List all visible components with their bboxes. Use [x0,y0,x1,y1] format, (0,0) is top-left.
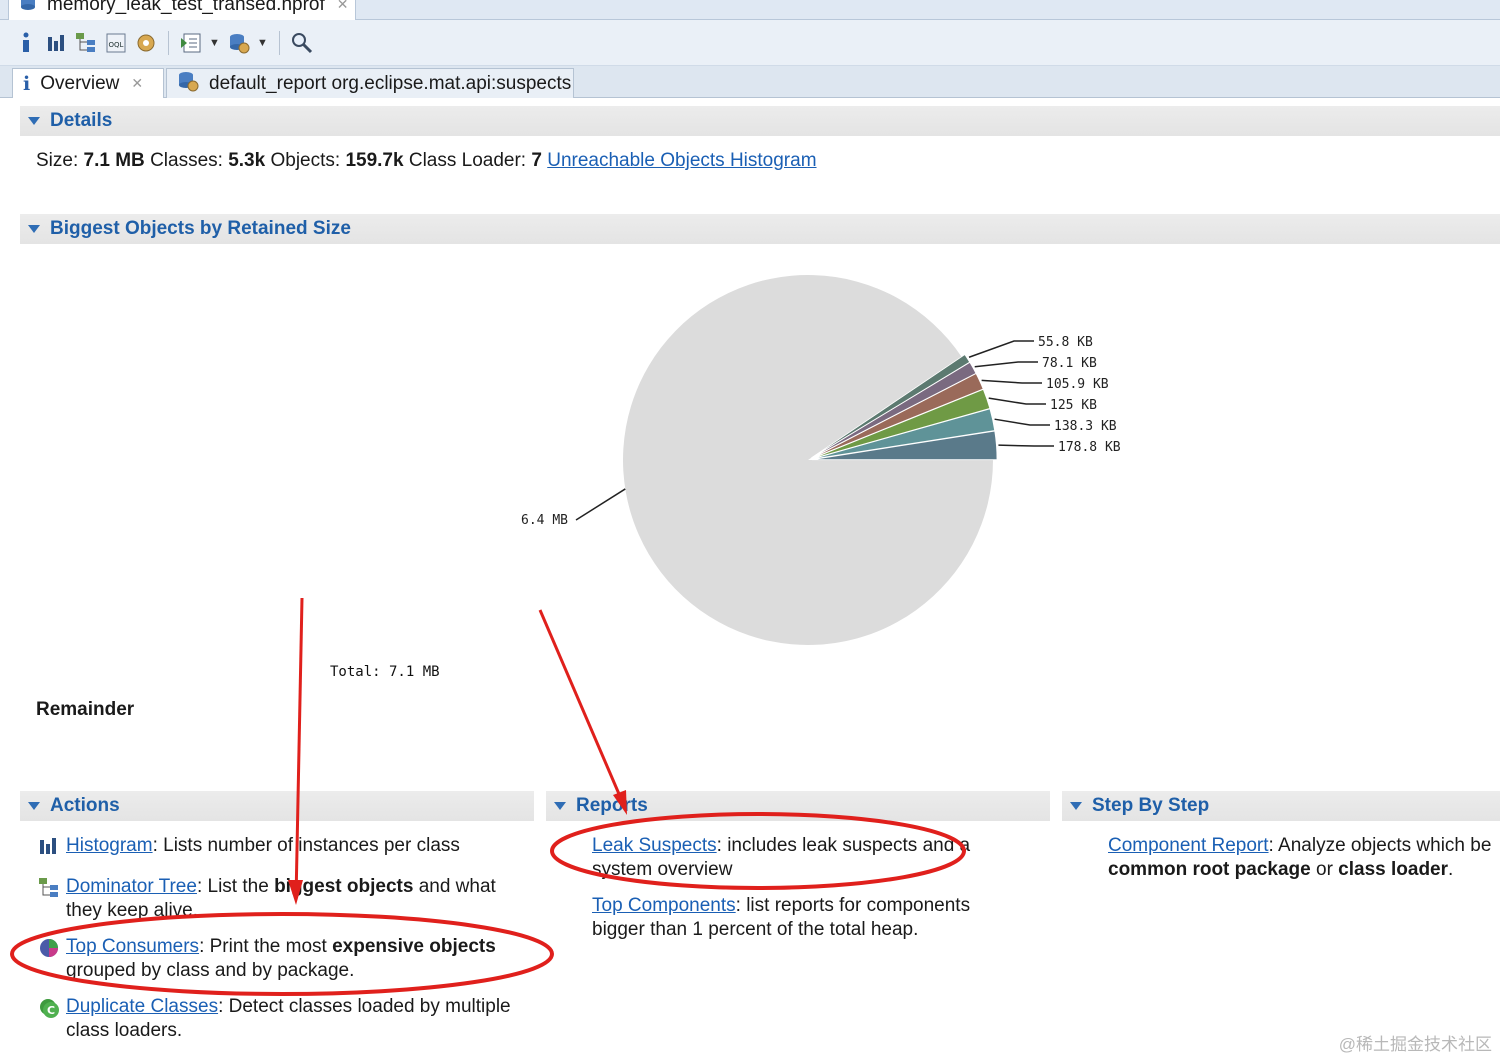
collapse-triangle-icon[interactable] [28,117,40,125]
svg-text:C: C [47,1004,55,1017]
actions-title: Actions [50,795,120,816]
report-icon [177,70,199,98]
search-icon[interactable] [290,30,314,56]
top-components-link[interactable]: Top Components [592,895,736,916]
tab-overview-label: Overview [40,72,120,94]
action-top-consumers: Top Consumers: Print the most expensive … [38,935,518,983]
pie-leader-line [575,488,626,521]
pie-label: 55.8 KB [1038,335,1093,350]
chevron-down-icon[interactable]: ▼ [209,37,221,49]
details-section-header[interactable]: Details [20,106,1500,136]
chevron-down-icon[interactable]: ▼ [257,37,269,49]
pie-leader-line [988,397,1046,405]
histogram-icon[interactable] [44,30,68,56]
query-browser-icon[interactable] [227,30,251,56]
pie-leader-line [981,379,1042,384]
pie-leader-line [998,444,1054,447]
dominator-tree-icon [38,875,66,923]
reports-title: Reports [576,795,648,816]
pie-label: 78.1 KB [1042,356,1097,371]
remainder-label: Remainder [36,699,135,720]
editor-tab-strip: i Overview ✕ default_report org.eclipse.… [0,66,1500,98]
tab-default-report[interactable]: default_report org.eclipse.mat.api:suspe… [166,68,574,98]
info-icon: i [23,72,31,95]
classes-value: 5.3k [228,150,266,171]
duplicate-classes-link[interactable]: Duplicate Classes [66,996,218,1017]
details-title: Details [50,110,113,131]
dominator-tree-link[interactable]: Dominator Tree [66,876,197,897]
oql-icon[interactable]: OQL [104,30,128,56]
duplicate-classes-icon: C [38,995,66,1043]
file-tab-label: memory_leak_test_transed.hprof [47,0,325,15]
toolbar-separator [168,30,169,55]
retained-size-pie-chart[interactable]: 6.4 MB 178.8 KB 138.3 KB 125 KB 105.9 KB 78.1… [0,246,1500,686]
dominator-tree-icon[interactable] [74,30,98,56]
report-top-components: Top Components: list reports for compone… [592,895,971,940]
collapse-triangle-icon[interactable] [28,802,40,810]
thread-overview-icon[interactable] [134,30,158,56]
size-value: 7.1 MB [83,150,145,171]
actions-section-header[interactable]: Actions [20,791,534,821]
component-report-link[interactable]: Component Report [1108,835,1269,856]
leak-suspects-link[interactable]: Leak Suspects [592,835,717,856]
close-icon[interactable]: ✕ [131,75,143,92]
top-consumers-link[interactable]: Top Consumers [66,936,199,957]
heap-dump-icon [19,0,37,17]
reports-list: Leak Suspects: includes leak suspects an… [592,834,992,954]
close-icon[interactable]: ✕ [337,0,349,13]
step-component-report: Component Report: Analyze objects which … [1108,835,1492,880]
action-duplicate-classes: C Duplicate Classes: Detect classes load… [38,995,518,1043]
tab-overview[interactable]: i Overview ✕ [12,68,164,98]
pie-label: 178.8 KB [1058,440,1121,455]
toolbar: OQL ▼ ▼ [0,20,1500,66]
biggest-objects-title: Biggest Objects by Retained Size [50,218,351,239]
run-report-icon[interactable] [179,30,203,56]
file-tab[interactable]: memory_leak_test_transed.hprof ✕ [8,0,356,20]
unreachable-objects-link[interactable]: Unreachable Objects Histogram [547,150,816,171]
collapse-triangle-icon[interactable] [1070,802,1082,810]
file-tab-strip: memory_leak_test_transed.hprof ✕ [0,0,1500,20]
pie-total-label: Total: 7.1 MB [330,664,440,680]
pie-label: 105.9 KB [1046,377,1109,392]
step-by-step-list: Component Report: Analyze objects which … [1108,834,1500,882]
pie-label: 138.3 KB [1054,419,1117,434]
svg-text:OQL: OQL [109,41,124,49]
histogram-link[interactable]: Histogram [66,835,153,856]
step-by-step-section-header[interactable]: Step By Step [1062,791,1500,821]
reports-section-header[interactable]: Reports [546,791,1050,821]
biggest-objects-section-header[interactable]: Biggest Objects by Retained Size [20,214,1500,244]
toolbar-separator [279,30,280,55]
top-consumers-pie-icon [38,935,66,983]
info-icon[interactable] [14,30,38,56]
pie-leader-line [968,340,1034,358]
action-dominator-tree: Dominator Tree: List the biggest objects… [38,875,518,923]
details-summary: Size: 7.1 MB Classes: 5.3k Objects: 159.… [36,150,817,171]
pie-label-remainder: 6.4 MB [521,513,568,528]
histogram-icon [38,834,66,863]
action-histogram: Histogram: Lists number of instances per… [38,834,518,863]
pie-leader-line [994,418,1050,426]
step-by-step-title: Step By Step [1092,795,1210,816]
pie-label: 125 KB [1050,398,1097,413]
class-loader-value: 7 [531,150,542,171]
actions-list: Histogram: Lists number of instances per… [38,834,518,1055]
collapse-triangle-icon[interactable] [554,802,566,810]
watermark: @稀土掘金技术社区 [1338,1035,1492,1054]
pie-leader-line [974,361,1038,368]
collapse-triangle-icon[interactable] [28,225,40,233]
report-leak-suspects: Leak Suspects: includes leak suspects an… [592,835,971,880]
tab-default-report-label: default_report org.eclipse.mat.api:suspe… [209,72,572,94]
objects-value: 159.7k [345,150,404,171]
